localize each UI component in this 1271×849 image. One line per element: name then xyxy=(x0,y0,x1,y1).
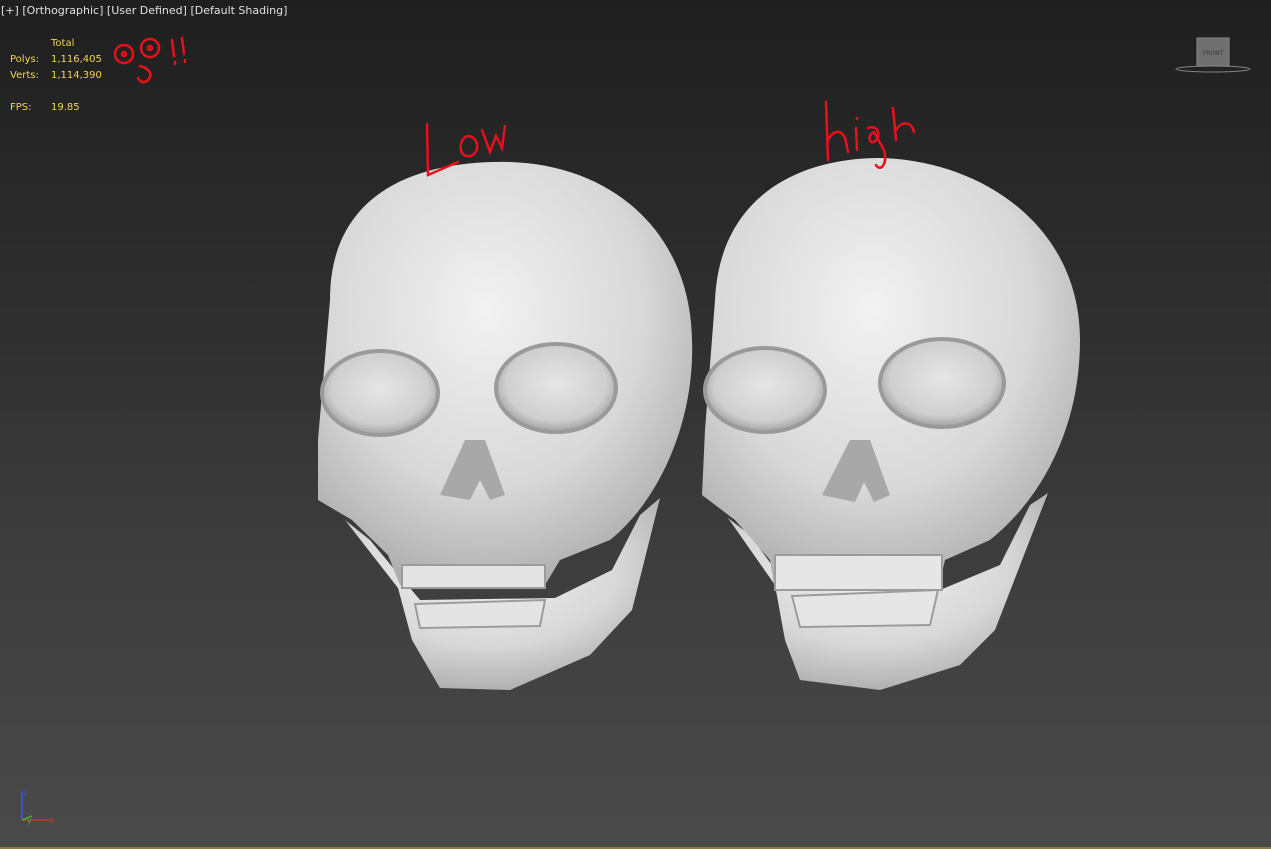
stats-header: Total xyxy=(51,38,75,49)
low-skull-left-eye-socket xyxy=(320,349,440,437)
viewcube[interactable]: FRONT xyxy=(1175,36,1251,76)
axis-x-label: x xyxy=(50,816,55,825)
high-poly-skull[interactable] xyxy=(702,158,1080,690)
stats-verts-row: Verts: 1,114,390 xyxy=(10,68,102,84)
viewport-label: [+] [Orthographic] [User Defined] [Defau… xyxy=(1,4,287,17)
stats-polys-row: Polys: 1,116,405 xyxy=(10,52,102,68)
low-skull-upper-teeth xyxy=(401,564,546,589)
axis-z-label: z xyxy=(23,788,27,797)
low-skull-right-eye-socket xyxy=(494,342,618,434)
annotation-high xyxy=(824,100,916,169)
low-poly-skull[interactable] xyxy=(318,161,693,690)
low-skull-lower-teeth xyxy=(413,598,547,630)
stats-fps-value: 19.85 xyxy=(51,102,80,113)
stats-polys-label: Polys: xyxy=(10,54,40,65)
high-skull-lower-teeth xyxy=(790,588,940,629)
axis-tripod: z y x xyxy=(21,788,55,825)
stats-verts-label: Verts: xyxy=(10,70,39,81)
annotation-exclamation xyxy=(113,36,187,84)
viewport-shading-menu[interactable]: [Default Shading] xyxy=(190,4,287,17)
high-skull-left-eye-socket xyxy=(703,346,827,434)
viewport-camera-menu[interactable]: [User Defined] xyxy=(107,4,187,17)
stats-polys-value: 1,116,405 xyxy=(51,54,102,65)
high-skull-upper-teeth xyxy=(774,554,943,591)
high-skull-right-eye-socket xyxy=(878,337,1006,429)
stats-fps-label: FPS: xyxy=(10,102,32,113)
stats-fps-row: FPS: 19.85 xyxy=(10,100,102,116)
axis-y-label: y xyxy=(27,816,32,825)
viewport-statistics: Total Polys: 1,116,405 Verts: 1,114,390 … xyxy=(10,36,102,116)
viewport-view-menu[interactable]: [Orthographic] xyxy=(22,4,103,17)
viewport-scene[interactable] xyxy=(0,0,1271,849)
stats-verts-value: 1,114,390 xyxy=(51,70,102,81)
viewport-menu-plus[interactable]: [+] xyxy=(1,4,19,17)
viewcube-front-face[interactable]: FRONT xyxy=(1203,50,1224,57)
